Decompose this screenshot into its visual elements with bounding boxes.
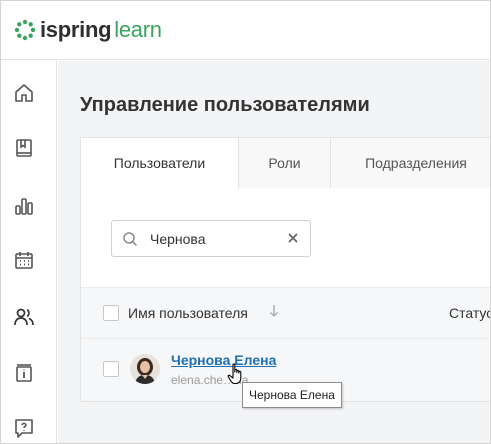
search-icon xyxy=(123,232,138,247)
sidebar-item-calendar[interactable] xyxy=(12,248,36,272)
sidebar-item-info[interactable] xyxy=(12,361,36,385)
sidebar-item-home[interactable] xyxy=(12,81,36,105)
row-checkbox[interactable] xyxy=(103,361,119,377)
users-card: Пользователи Роли Подразделения Чернова … xyxy=(80,137,490,402)
sidebar-item-courses[interactable] xyxy=(12,136,36,160)
select-all-checkbox[interactable] xyxy=(103,305,119,321)
app-window: ispring learn Управление пользователями … xyxy=(0,0,491,444)
book-icon xyxy=(16,139,32,157)
user-name-link[interactable]: Чернова Елена xyxy=(171,352,276,368)
sidebar-item-users[interactable] xyxy=(12,305,36,329)
column-header-name[interactable]: Имя пользователя xyxy=(128,305,248,321)
clear-icon[interactable] xyxy=(286,231,300,245)
info-icon xyxy=(16,364,32,382)
avatar xyxy=(130,354,160,384)
name-tooltip: Чернова Елена xyxy=(242,382,342,408)
help-icon xyxy=(15,419,33,438)
sidebar xyxy=(1,61,57,443)
logo-ispring-text: ispring xyxy=(40,17,112,42)
calendar-icon xyxy=(15,252,33,269)
column-header-status[interactable]: Статус xyxy=(449,305,490,321)
sidebar-item-reports[interactable] xyxy=(12,194,36,218)
logo[interactable]: ispring learn xyxy=(14,17,162,43)
table-header: Имя пользователя Статус xyxy=(81,287,490,339)
search-value: Чернова xyxy=(150,231,206,247)
search-input[interactable]: Чернова xyxy=(111,220,311,257)
sidebar-item-help[interactable] xyxy=(12,416,36,440)
top-bar: ispring learn xyxy=(1,1,490,60)
ispring-logo-icon xyxy=(14,19,36,41)
tabs-bar: Пользователи Роли Подразделения xyxy=(81,138,490,189)
home-icon xyxy=(15,84,33,102)
logo-text: ispring learn xyxy=(40,17,162,43)
users-icon xyxy=(14,308,34,326)
tab-roles[interactable]: Роли xyxy=(239,138,331,188)
page-title: Управление пользователями xyxy=(80,94,370,116)
sort-arrow-down-icon[interactable] xyxy=(269,304,279,318)
logo-learn-text: learn xyxy=(114,17,162,42)
tab-users[interactable]: Пользователи xyxy=(81,138,239,189)
bar-chart-icon xyxy=(15,198,33,215)
tab-departments[interactable]: Подразделения xyxy=(331,138,490,188)
